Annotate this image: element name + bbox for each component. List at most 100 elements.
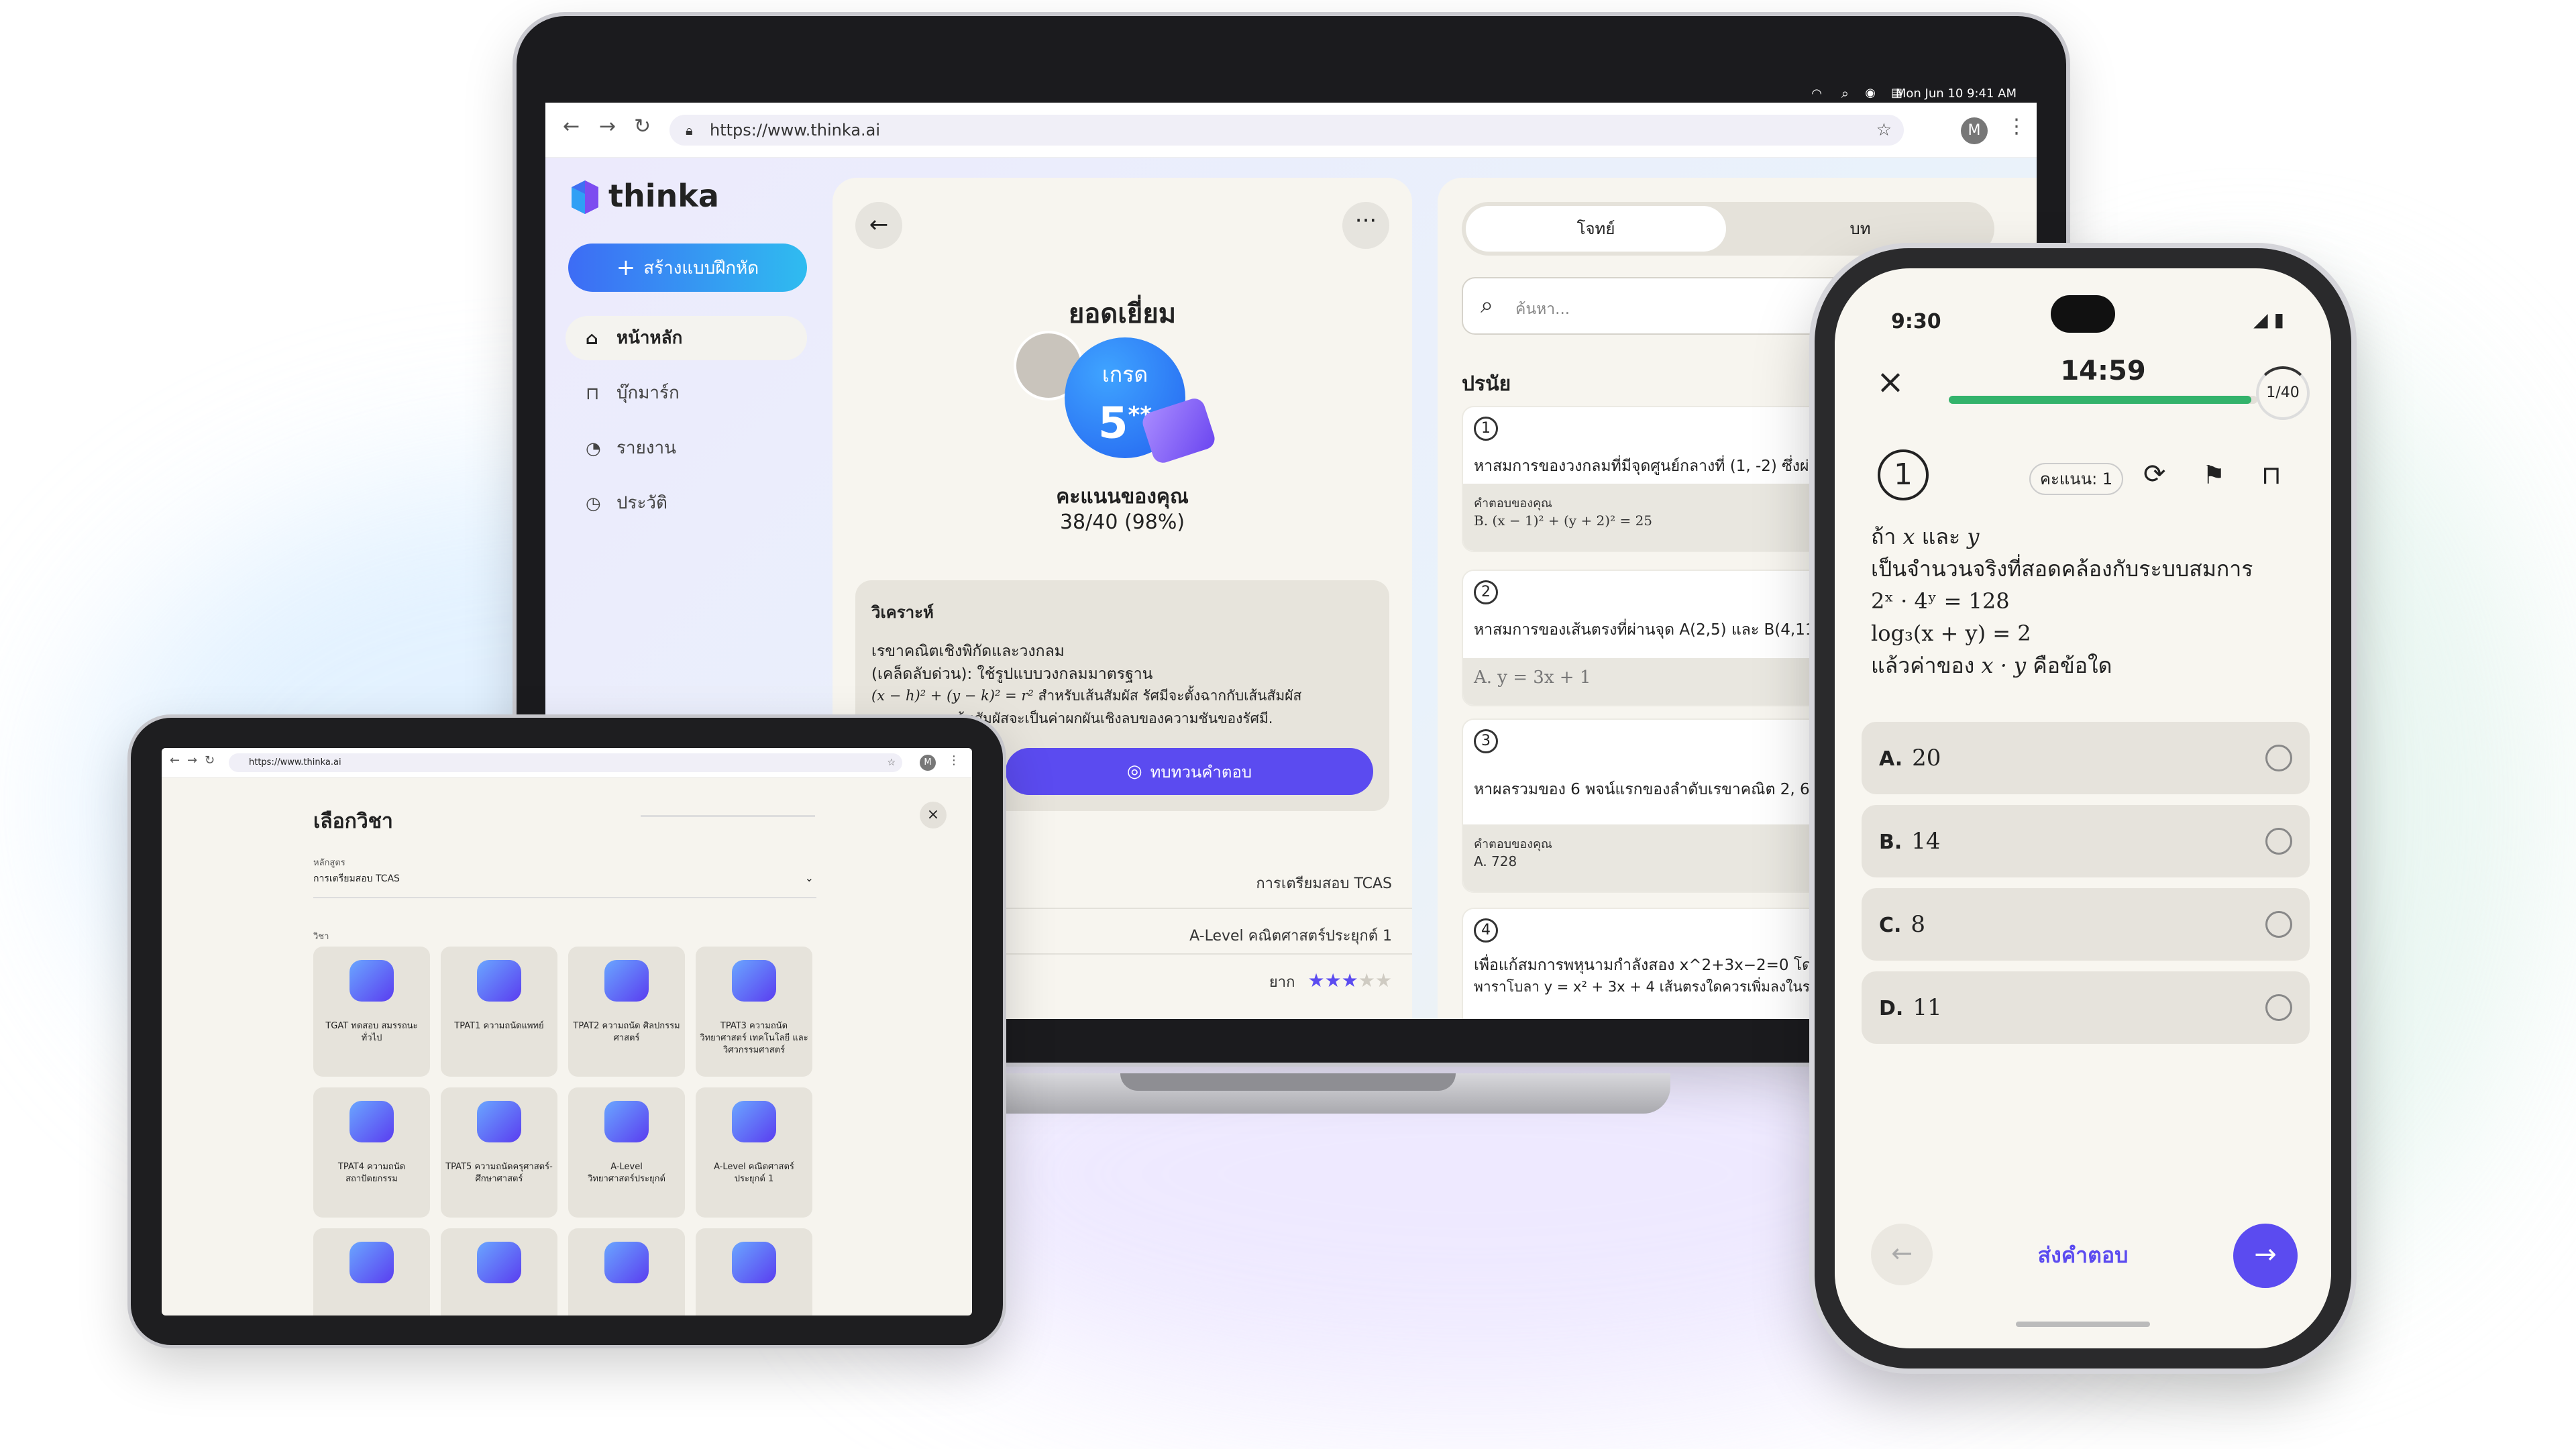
close-icon[interactable]: × bbox=[1876, 362, 1904, 401]
avatar[interactable]: M bbox=[920, 755, 936, 771]
review-answers-button[interactable]: ◎ ทบทวนคำตอบ bbox=[1006, 748, 1373, 795]
subject-name: TPAT3 ความถนัด วิทยาศาสตร์ เทคโนโลยี และ… bbox=[700, 1021, 808, 1055]
star-icon[interactable]: ☆ bbox=[887, 753, 896, 772]
chevron-down-icon: ⌄ bbox=[804, 871, 814, 884]
option-b[interactable]: B. 14 bbox=[1862, 805, 2310, 877]
subject-card[interactable]: TPAT2 ความถนัด ศิลปกรรมศาสตร์ bbox=[568, 947, 685, 1077]
create-exercise-label: สร้างแบบฝึกหัด bbox=[643, 258, 759, 278]
tab-chapters[interactable]: บท bbox=[1730, 206, 1990, 252]
submit-answer-button[interactable]: ส่งคำตอบ bbox=[1982, 1238, 2184, 1273]
question-number: 2 bbox=[1474, 580, 1498, 604]
radio-icon bbox=[2265, 911, 2292, 938]
subject-card[interactable] bbox=[568, 1228, 685, 1316]
refresh-icon[interactable]: ⟳ bbox=[2143, 459, 2166, 490]
difficulty-star: ★ bbox=[1375, 969, 1392, 991]
question-card[interactable]: 2 หาสมการของเส้นตรงที่ผ่านจุด A(2,5) และ… bbox=[1462, 570, 1837, 706]
subject-icon bbox=[732, 1242, 776, 1283]
sidebar-item-home[interactable]: ⌂ หน้าหลัก bbox=[566, 316, 807, 360]
option-a[interactable]: A. 20 bbox=[1862, 722, 2310, 794]
answer-box: คำตอบของคุณ B. (x − 1)² + (y + 2)² = 25 bbox=[1463, 484, 1836, 551]
option-d[interactable]: D. 11 bbox=[1862, 971, 2310, 1044]
more-vertical-icon[interactable]: ⋮ bbox=[2006, 115, 2027, 138]
answer-value: A. y = 3x + 1 bbox=[1474, 667, 1591, 688]
status-time: 9:30 bbox=[1891, 310, 1941, 333]
next-question-button[interactable]: → bbox=[2233, 1224, 2298, 1288]
tab-questions[interactable]: โจทย์ bbox=[1466, 206, 1726, 252]
close-icon[interactable]: × bbox=[920, 802, 947, 828]
radio-icon bbox=[2265, 828, 2292, 855]
question-card[interactable]: 4 เพื่อแก้สมการพหุนามกำลังสอง x^2+3x−2=0… bbox=[1462, 908, 1837, 1019]
option-value: 11 bbox=[1913, 994, 1942, 1021]
subject-card[interactable]: TPAT1 ความถนัดแพทย์ bbox=[441, 947, 557, 1077]
prev-question-button[interactable]: ← bbox=[1871, 1224, 1933, 1285]
star-icon[interactable]: ☆ bbox=[1876, 115, 1892, 146]
reload-icon[interactable]: ↻ bbox=[205, 753, 215, 767]
subject-card[interactable] bbox=[696, 1228, 812, 1316]
sidebar-item-history[interactable]: ◷ ประวัติ bbox=[566, 481, 807, 525]
sidebar-item-report[interactable]: ◔ รายงาน bbox=[566, 426, 807, 470]
difficulty-stars: ★★★★★ bbox=[1307, 969, 1392, 991]
result-title: ยอดเยี่ยม bbox=[1068, 299, 1177, 329]
home-indicator bbox=[2016, 1322, 2150, 1327]
difficulty-label: ยาก bbox=[1269, 974, 1295, 991]
course-label: หลักสูตร bbox=[313, 858, 345, 868]
grade-value: 5 bbox=[1097, 398, 1128, 449]
question-text: คือข้อใด bbox=[2033, 653, 2112, 678]
subject-card[interactable]: A-Level คณิตศาสตร์ประยุกต์ 1 bbox=[696, 1087, 812, 1218]
question-text: หาสมการของเส้นตรงที่ผ่านจุด A(2,5) และ B… bbox=[1474, 621, 1826, 639]
question-card[interactable]: 1 หาสมการของวงกลมที่มีจุดศูนย์กลางที่ (1… bbox=[1462, 406, 1837, 552]
more-vertical-icon[interactable]: ⋮ bbox=[948, 753, 960, 767]
subject-card[interactable]: TGAT ทดสอบ สมรรถนะทั่วไป bbox=[313, 947, 430, 1077]
subject-label: วิชา bbox=[313, 932, 329, 942]
option-value: 8 bbox=[1911, 911, 1926, 938]
subject-card[interactable]: TPAT5 ความถนัดครุศาสตร์- ศึกษาศาสตร์ bbox=[441, 1087, 557, 1218]
sidebar-item-label: หน้าหลัก bbox=[616, 328, 683, 348]
radio-icon bbox=[2265, 994, 2292, 1021]
back-icon[interactable]: ← bbox=[170, 753, 180, 767]
subject-card[interactable]: TPAT3 ความถนัด วิทยาศาสตร์ เทคโนโลยี และ… bbox=[696, 947, 812, 1077]
option-c[interactable]: C. 8 bbox=[1862, 888, 2310, 961]
answer-label: คำตอบของคุณ bbox=[1474, 496, 1552, 511]
question-card[interactable]: 3 หาผลรวมของ 6 พจน์แรกของลำดับเรขาคณิต 2… bbox=[1462, 718, 1837, 893]
laptop-base-notch bbox=[1120, 1073, 1456, 1091]
review-answers-label: ทบทวนคำตอบ bbox=[1150, 762, 1252, 782]
dialog-title: เลือกวิชา bbox=[313, 810, 393, 833]
address-text: https://www.thinka.ai bbox=[710, 121, 881, 140]
question-number: 4 bbox=[1474, 918, 1498, 943]
phone-screen: 9:30 ◢ ▮ × 14:59 1/40 1 คะแนน: 1 ⟳ ⚑ ⊓ ถ… bbox=[1835, 268, 2331, 1348]
option-key: D. bbox=[1879, 997, 1904, 1020]
back-icon[interactable]: ← bbox=[563, 115, 580, 138]
progress-indicator bbox=[641, 815, 815, 817]
timer-progress-fill bbox=[1949, 396, 2251, 404]
answer-box: A. y = 3x + 1 bbox=[1463, 658, 1836, 705]
forward-icon[interactable]: → bbox=[599, 115, 616, 138]
bookmark-icon[interactable]: ⊓ bbox=[2261, 460, 2282, 490]
subject-card[interactable] bbox=[313, 1228, 430, 1316]
subject-card[interactable]: A-Level วิทยาศาสตร์ประยุกต์ bbox=[568, 1087, 685, 1218]
question-text: เพื่อแก้สมการพหุนามกำลังสอง x^2+3x−2=0 โ… bbox=[1474, 957, 1837, 974]
question-body: ถ้า x และ y เป็นจำนวนจริงที่สอดคล้องกับร… bbox=[1871, 521, 2253, 682]
back-arrow-icon[interactable]: ← bbox=[855, 202, 902, 249]
subject-icon bbox=[350, 1101, 394, 1142]
section-title: ปรนัย bbox=[1462, 372, 1511, 396]
subject-card[interactable]: TPAT4 ความถนัด สถาปัตยกรรม bbox=[313, 1087, 430, 1218]
address-bar[interactable]: 🔒︎ https://www.thinka.ai ☆ bbox=[669, 115, 1904, 146]
wifi-icon: ◠ bbox=[1811, 87, 1822, 101]
course-select[interactable]: การเตรียมสอบ TCAS ⌄ bbox=[313, 871, 816, 898]
create-exercise-button[interactable]: + สร้างแบบฝึกหัด bbox=[568, 244, 807, 292]
question-text: หาผลรวมของ 6 พจน์แรกของลำดับเรขาคณิต 2, … bbox=[1474, 781, 1837, 798]
lock-icon: 🔒︎ bbox=[686, 122, 693, 138]
flag-icon[interactable]: ⚑ bbox=[2202, 460, 2225, 490]
thinka-logo-icon bbox=[568, 178, 602, 217]
subject-name: TPAT4 ความถนัด สถาปัตยกรรม bbox=[337, 1162, 406, 1184]
reload-icon[interactable]: ↻ bbox=[634, 115, 651, 138]
subject-card[interactable] bbox=[441, 1228, 557, 1316]
answer-value: A. 728 bbox=[1474, 853, 1517, 869]
address-bar[interactable]: https://www.thinka.ai ☆ bbox=[229, 753, 902, 772]
sidebar-item-bookmark[interactable]: ⊓ บุ๊กมาร์ก bbox=[566, 371, 807, 415]
forward-icon[interactable]: → bbox=[187, 753, 197, 767]
avatar[interactable]: M bbox=[1961, 117, 1988, 144]
review-icon: ◎ bbox=[1126, 761, 1142, 782]
more-horizontal-icon[interactable]: ··· bbox=[1342, 202, 1389, 249]
question-number: 1 bbox=[1474, 417, 1498, 441]
